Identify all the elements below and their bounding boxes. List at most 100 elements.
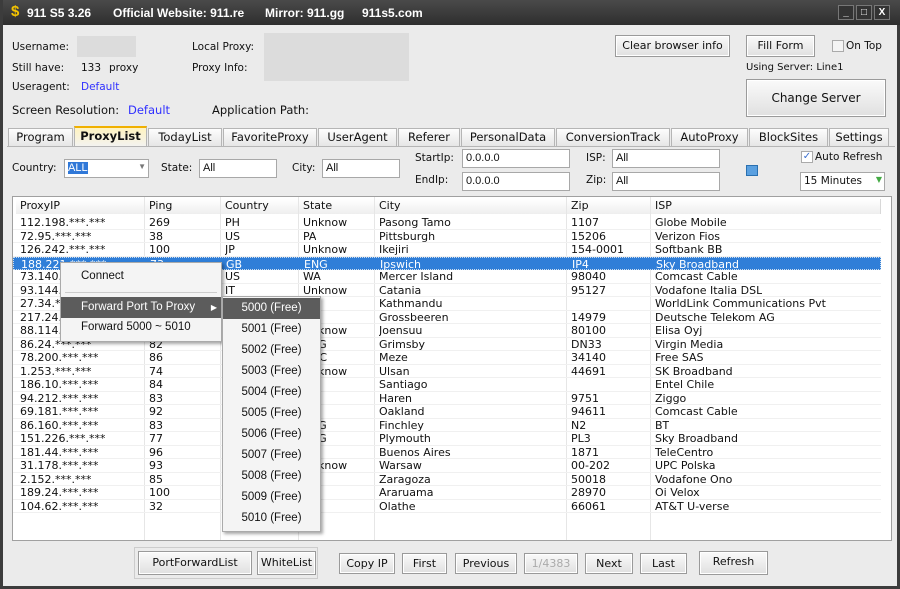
cell-state: Unknow: [303, 283, 348, 297]
startip-input[interactable]: 0.0.0.0: [462, 149, 570, 168]
copy-ip-button[interactable]: Copy IP: [339, 553, 395, 574]
table-row[interactable]: 151.226.***.***77ENGPlymouthPL3Sky Broad…: [13, 432, 881, 446]
column-header-country[interactable]: Country: [221, 199, 299, 214]
previous-page-button[interactable]: Previous: [455, 553, 517, 574]
table-row[interactable]: 181.44.***.*** 96 Buenos Aires 1871 TeleCent…: [13, 445, 881, 459]
port-submenu: 5000 (Free) 5001 (Free) 5002 (Free) 5003 (F…: [222, 296, 321, 532]
column-header-city[interactable]: City: [375, 199, 567, 214]
cell-zip: DN33: [571, 337, 602, 351]
column-header-isp[interactable]: ISP: [651, 199, 881, 214]
next-page-button[interactable]: Next: [585, 553, 633, 574]
submenu-port-5001[interactable]: 5001 (Free): [223, 319, 320, 340]
column-header-ping[interactable]: Ping: [145, 199, 221, 214]
change-server-button[interactable]: Change Server: [746, 79, 886, 117]
cell-state: Unknow: [303, 216, 348, 229]
cell-proxyip: 126.242.***.***: [20, 243, 106, 256]
table-row[interactable]: 86.160.***.***83ENGFinchleyN2BT: [13, 418, 881, 432]
cell-city: Kathmandu: [379, 297, 443, 310]
search-icon[interactable]: [746, 165, 758, 176]
tab-conversiontrack[interactable]: ConversionTrack: [556, 128, 670, 146]
tab-proxylist[interactable]: ProxyList: [74, 126, 147, 147]
useragent-link[interactable]: Default: [81, 81, 119, 93]
whitelist-button[interactable]: WhiteList: [257, 551, 316, 575]
submenu-port-5004[interactable]: 5004 (Free): [223, 382, 320, 403]
cell-ping: 83: [149, 418, 163, 432]
menu-item-connect[interactable]: Connect: [61, 266, 221, 287]
submenu-port-5008[interactable]: 5008 (Free): [223, 466, 320, 487]
fill-form-button[interactable]: Fill Form: [746, 35, 815, 57]
first-page-button[interactable]: First: [402, 553, 447, 574]
on-top-checkbox[interactable]: [832, 40, 844, 52]
website-text: Official Website: 911.re: [113, 6, 245, 20]
submenu-port-5002[interactable]: 5002 (Free): [223, 340, 320, 361]
useragent-label: Useragent:: [12, 81, 70, 93]
tab-todaylist[interactable]: TodayList: [148, 128, 222, 146]
cell-city: Olathe: [379, 499, 416, 513]
table-row[interactable]: 72.95.***.*** 38 US PA Pittsburgh 15206 Verizo…: [13, 230, 881, 243]
submenu-port-5010[interactable]: 5010 (Free): [223, 508, 320, 529]
cell-city: Ulsan: [379, 364, 410, 378]
clear-browser-info-button[interactable]: Clear browser info: [615, 35, 730, 57]
port-forward-list-button[interactable]: PortForwardList: [138, 551, 252, 575]
submenu-port-5003[interactable]: 5003 (Free): [223, 361, 320, 382]
table-row[interactable]: 126.242.***.*** 100 JP Unknow Ikejiri 154-000…: [13, 243, 881, 257]
tab-program[interactable]: Program: [8, 128, 73, 146]
refresh-button[interactable]: Refresh: [699, 551, 768, 575]
table-row[interactable]: 104.62.***.*** 32 Olathe 66061 AT&T U-verse: [13, 499, 881, 513]
maximize-button[interactable]: □: [856, 5, 872, 20]
cell-city: Buenos Aires: [379, 445, 451, 459]
tab-autoproxy[interactable]: AutoProxy: [671, 128, 748, 146]
cell-isp: Comcast Cable: [655, 270, 738, 283]
cell-city: Plymouth: [379, 432, 431, 445]
cell-proxyip: 104.62.***.***: [20, 499, 99, 513]
tab-useragent[interactable]: UserAgent: [318, 128, 397, 146]
using-server-text: Using Server: Line1: [746, 62, 844, 73]
submenu-port-5000[interactable]: 5000 (Free): [223, 298, 320, 319]
submenu-port-5007[interactable]: 5007 (Free): [223, 445, 320, 466]
close-button[interactable]: X: [874, 5, 890, 20]
cell-city: Pasong Tamo: [379, 216, 451, 229]
zip-input[interactable]: All: [612, 172, 720, 191]
table-row[interactable]: 94.212.***.*** 83 Haren 9751 Ziggo: [13, 391, 881, 405]
tab-settings[interactable]: Settings: [829, 128, 889, 146]
column-header-proxyip[interactable]: ProxyIP: [16, 199, 145, 214]
minimize-button[interactable]: _: [838, 5, 854, 20]
city-input[interactable]: All: [322, 159, 400, 178]
table-row[interactable]: 31.178.***.*** 93 Unknow Warsaw 00-202 UPC Po…: [13, 459, 881, 473]
table-row[interactable]: 78.200.***.***86OCCMeze34140Free SAS: [13, 351, 881, 365]
cell-city: Joensuu: [379, 324, 423, 337]
tab-personaldata[interactable]: PersonalData: [461, 128, 555, 146]
cell-isp: Ziggo: [655, 391, 687, 405]
username-label: Username:: [12, 41, 70, 53]
menu-item-forward-port[interactable]: Forward Port To Proxy ▶: [61, 297, 221, 318]
table-row[interactable]: 112.198.***.*** 269 PH Unknow Pasong Tamo 110…: [13, 216, 881, 230]
submenu-port-5006[interactable]: 5006 (Free): [223, 424, 320, 445]
chevron-down-icon: ▼: [875, 175, 882, 184]
last-page-button[interactable]: Last: [640, 553, 687, 574]
table-row[interactable]: 2.152.***.*** 85 Zaragoza 50018 Vodafone Ono: [13, 473, 881, 486]
tab-referer[interactable]: Referer: [398, 128, 460, 146]
isp-label: ISP:: [586, 152, 606, 164]
tab-blocksites[interactable]: BlockSites: [749, 128, 828, 146]
table-row[interactable]: 1.253.***.*** 74 Unknow Ulsan 44691 SK Broadb…: [13, 364, 881, 378]
country-select[interactable]: ALL ▼: [64, 159, 149, 178]
table-row[interactable]: 189.24.***.*** 100 Araruama 28970 Oi Velox: [13, 486, 881, 500]
table-row[interactable]: 69.181.***.*** 92 Oakland 94611 Comcast Cabl…: [13, 405, 881, 419]
column-header-state[interactable]: State: [299, 199, 375, 214]
submenu-port-5009[interactable]: 5009 (Free): [223, 487, 320, 508]
auto-refresh-checkbox[interactable]: ✓: [801, 151, 813, 163]
interval-select[interactable]: 15 Minutes ▼: [800, 172, 885, 191]
screen-res-link[interactable]: Default: [128, 103, 170, 117]
submenu-port-5005[interactable]: 5005 (Free): [223, 403, 320, 424]
cell-ping: 77: [149, 432, 163, 445]
state-input[interactable]: All: [199, 159, 277, 178]
cell-city: Grossbeeren: [379, 310, 449, 324]
cell-zip: 98040: [571, 270, 606, 283]
column-header-zip[interactable]: Zip: [567, 199, 651, 214]
isp-input[interactable]: All: [612, 149, 720, 168]
tab-favoriteproxy[interactable]: FavoriteProxy: [223, 128, 317, 146]
endip-input[interactable]: 0.0.0.0: [462, 172, 570, 191]
table-row[interactable]: 186.10.***.*** 84 Santiago Entel Chile: [13, 378, 881, 392]
alt-site-text: 911s5.com: [362, 6, 423, 20]
menu-item-forward-range[interactable]: Forward 5000 ~ 5010: [61, 317, 221, 338]
